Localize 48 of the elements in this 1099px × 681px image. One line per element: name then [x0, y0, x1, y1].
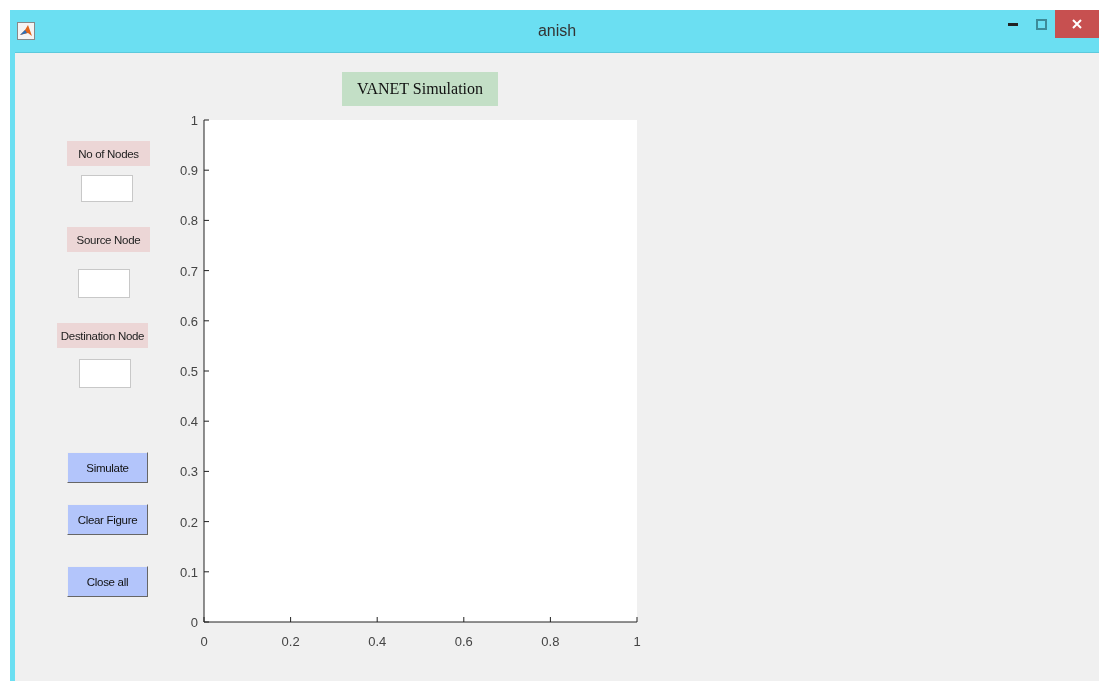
tick-label: 0.1	[179, 564, 198, 580]
tick-label: 0.6	[454, 634, 473, 649]
tick-mark	[203, 169, 210, 171]
field-label: Source Node	[67, 227, 150, 252]
action-button[interactable]: Simulate	[67, 452, 148, 483]
tick-label: 0.7	[179, 263, 198, 279]
field-label: Destination Node	[57, 323, 148, 348]
tick-mark	[203, 270, 210, 272]
app-icon	[17, 22, 35, 40]
close-button[interactable]	[1055, 10, 1099, 38]
tick-mark	[290, 616, 292, 623]
tick-mark	[203, 521, 210, 523]
tick-mark	[203, 370, 210, 372]
tick-label: 0.3	[179, 464, 198, 480]
tick-mark	[463, 616, 465, 623]
tick-label: 0.2	[179, 514, 198, 530]
tick-label: 0.5	[179, 364, 198, 379]
tick-mark	[636, 616, 638, 623]
tick-label: 0.4	[368, 634, 387, 649]
tick-mark	[549, 616, 551, 623]
field-label: No of Nodes	[67, 141, 150, 166]
input-field[interactable]	[78, 269, 130, 298]
maximize-icon	[1035, 18, 1047, 30]
tick-label: 1	[633, 634, 641, 649]
tick-label: 0.8	[179, 213, 198, 229]
action-button[interactable]: Clear Figure	[67, 504, 148, 535]
tick-label: 0	[200, 634, 208, 649]
tick-label: 0.6	[179, 313, 198, 329]
action-button[interactable]: Close all	[67, 566, 148, 597]
minimize-icon	[1008, 22, 1018, 26]
tick-label: 0.2	[281, 634, 300, 649]
tick-mark	[203, 571, 210, 573]
tick-mark	[376, 616, 378, 623]
input-field[interactable]	[81, 175, 133, 202]
tick-label: 1	[190, 113, 198, 128]
tick-label: 0.4	[179, 414, 198, 430]
tick-mark	[203, 470, 210, 472]
tick-label: 0.8	[541, 634, 560, 649]
tick-label: 0.9	[179, 163, 198, 179]
close-icon	[1072, 19, 1082, 29]
tick-mark	[203, 219, 210, 221]
tick-mark	[203, 119, 210, 121]
tick-mark	[203, 420, 210, 422]
window-title: anish	[537, 22, 577, 39]
figure-title: VANET Simulation	[342, 72, 498, 106]
tick-mark	[203, 320, 210, 322]
input-field[interactable]	[79, 359, 131, 388]
tick-label: 0	[190, 615, 198, 630]
